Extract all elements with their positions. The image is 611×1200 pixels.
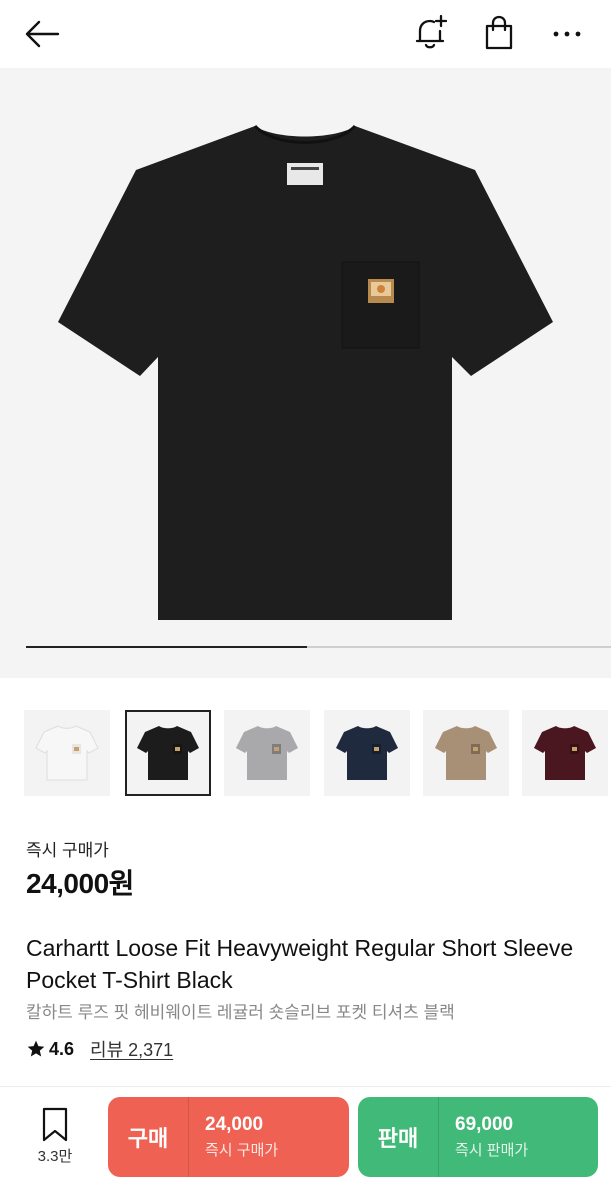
- image-progress-indicator: [26, 646, 307, 648]
- color-option-navy[interactable]: [324, 710, 410, 796]
- buy-info: 24,000 즉시 구매가: [189, 1114, 278, 1160]
- buy-button[interactable]: 구매 24,000 즉시 구매가: [108, 1097, 349, 1177]
- product-image-carousel[interactable]: [0, 68, 611, 678]
- buy-amount: 24,000: [205, 1114, 264, 1135]
- more-horizontal-icon: [553, 31, 581, 37]
- cart-button[interactable]: [478, 12, 520, 54]
- buy-sublabel: 즉시 구매가: [205, 1142, 279, 1159]
- star-icon: [27, 1040, 45, 1057]
- color-option-burgundy[interactable]: [522, 710, 608, 796]
- sell-info: 69,000 즉시 판매가: [439, 1114, 528, 1160]
- color-thumbnail-shirt: [35, 725, 99, 781]
- wishlist-count: 3.3만: [37, 1148, 73, 1165]
- color-thumbnail-shirt: [236, 726, 298, 780]
- sell-button[interactable]: 판매 69,000 즉시 판매가: [358, 1097, 598, 1177]
- product-title: Carhartt Loose Fit Heavyweight Regular S…: [26, 935, 574, 993]
- color-option-list: [0, 700, 611, 810]
- color-option-grey[interactable]: [224, 710, 310, 796]
- rating-score: 4.6: [26, 1039, 74, 1060]
- image-progress-track: [26, 646, 611, 648]
- wishlist-button[interactable]: 3.3만: [24, 1107, 86, 1177]
- price-label: 즉시 구매가: [26, 841, 109, 860]
- product-subtitle: 칼하트 루즈 핏 헤비웨이트 레귤러 숏슬리브 포켓 티셔츠 블랙: [26, 1003, 455, 1022]
- sell-label: 판매: [377, 1126, 419, 1151]
- color-thumbnail-shirt: [137, 726, 199, 780]
- arrow-left-icon: [25, 20, 60, 48]
- color-thumbnail-shirt: [534, 726, 596, 780]
- more-button[interactable]: [546, 14, 588, 54]
- sell-amount: 69,000: [455, 1114, 514, 1135]
- rating-row: 4.6 리뷰 2,371: [26, 1036, 173, 1062]
- bell-plus-icon: [415, 14, 448, 49]
- price-value: 24,000원: [26, 868, 134, 899]
- product-image: [58, 124, 553, 620]
- bookmark-icon: [42, 1107, 68, 1142]
- shopping-bag-icon: [485, 15, 513, 50]
- color-option-white[interactable]: [24, 710, 110, 796]
- color-thumbnail-shirt: [435, 726, 497, 780]
- bottom-action-bar: 3.3만 구매 24,000 즉시 구매가 판매 69,000 즉시 판매가: [0, 1087, 611, 1200]
- top-bar: [0, 0, 611, 68]
- back-button[interactable]: [20, 14, 64, 54]
- review-link[interactable]: 리뷰 2,371: [90, 1036, 173, 1062]
- sell-sublabel: 즉시 판매가: [455, 1142, 529, 1159]
- color-option-black[interactable]: [125, 710, 211, 796]
- rating-value: 4.6: [49, 1038, 75, 1059]
- buy-label: 구매: [127, 1126, 169, 1151]
- color-thumbnail-shirt: [336, 726, 398, 780]
- alert-button[interactable]: [410, 12, 452, 54]
- color-option-brown[interactable]: [423, 710, 509, 796]
